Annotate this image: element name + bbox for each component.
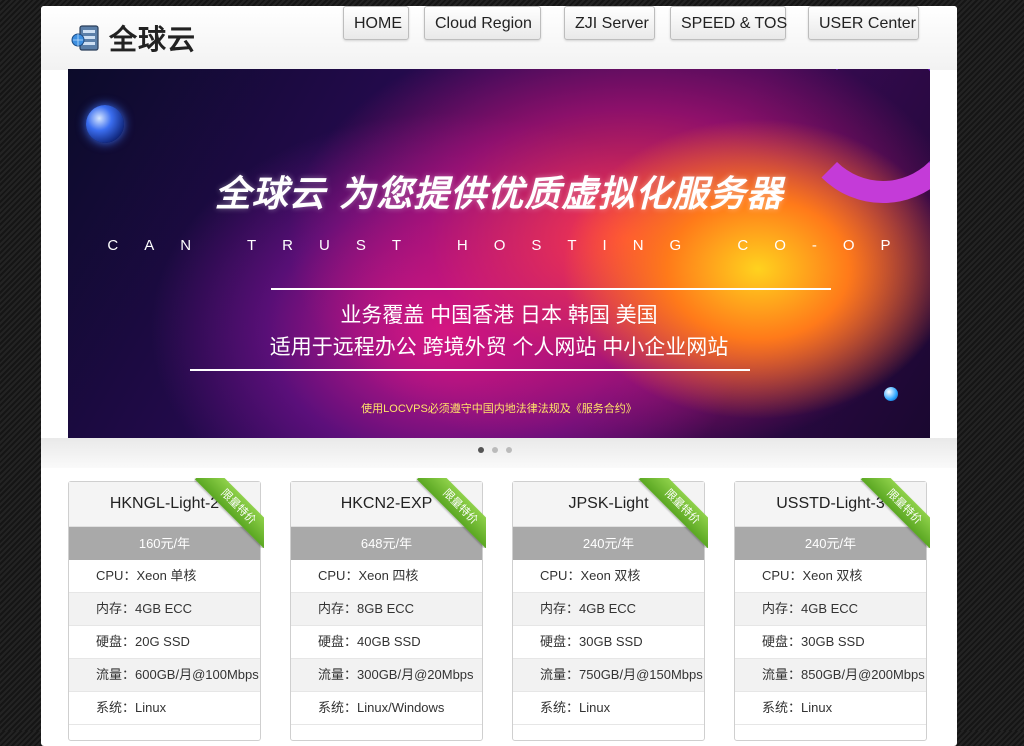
spec-cpu: CPU：Xeon 双核 [735, 560, 926, 593]
spec-disk: 硬盘：30GB SSD [513, 626, 704, 659]
spec-ram: 内存：4GB ECC [513, 593, 704, 626]
spec-os: 系统：Linux/Windows [291, 692, 482, 725]
carousel-dots [478, 447, 512, 453]
spec-cpu: CPU：Xeon 双核 [513, 560, 704, 593]
nav-zji-server[interactable]: ZJI Server [564, 6, 655, 40]
plan-card-usstd[interactable]: 限量特价 USSTD-Light-3 240元/年 CPU：Xeon 双核 内存… [734, 478, 930, 741]
banner-divider-bottom [190, 369, 750, 371]
plan-card-hkcn2[interactable]: 限量特价 HKCN2-EXP 648元/年 CPU：Xeon 四核 内存：8GB… [290, 478, 486, 741]
promo-ribbon: 限量特价 [416, 478, 486, 548]
carousel-dot-2[interactable] [492, 447, 498, 453]
banner-title: 全球云 为您提供优质虚拟化服务器 [214, 174, 784, 215]
server-icon [71, 23, 103, 53]
banner-use-cases: 适用于远程办公 跨境外贸 个人网站 中小企业网站 [269, 336, 729, 359]
page-container: 全球云 HOME Cloud Region ZJI Server SPEED &… [41, 6, 957, 746]
spec-ram: 内存：4GB ECC [69, 593, 260, 626]
spec-ram: 内存：4GB ECC [735, 593, 926, 626]
banner-notice[interactable]: 使用LOCVPS必须遵守中国内地法律法规及《服务合约》 [68, 400, 930, 416]
promo-ribbon: 限量特价 [194, 478, 264, 548]
nav-user-center[interactable]: USER Center [808, 6, 919, 40]
banner-regions: 业务覆盖 中国香港 日本 韩国 美国 [340, 304, 658, 327]
carousel-dot-3[interactable] [506, 447, 512, 453]
spec-traffic: 流量：850GB/月@200Mbps [735, 659, 926, 692]
header-bar: 全球云 HOME Cloud Region ZJI Server SPEED &… [41, 6, 957, 70]
nav-cloud-region[interactable]: Cloud Region [424, 6, 541, 40]
spec-ram: 内存：8GB ECC [291, 593, 482, 626]
promo-ribbon: 限量特价 [860, 478, 930, 548]
carousel-dot-1[interactable] [478, 447, 484, 453]
plan-card-hkngl[interactable]: 限量特价 HKNGL-Light-2 160元/年 CPU：Xeon 单核 内存… [68, 478, 264, 741]
nav-home[interactable]: HOME [343, 6, 409, 40]
nav-speed-tos[interactable]: SPEED & TOS [670, 6, 787, 40]
planet-icon [86, 105, 124, 143]
carousel-strip [41, 438, 957, 468]
spec-traffic: 流量：600GB/月@100Mbps [69, 659, 260, 692]
spec-disk: 硬盘：20G SSD [69, 626, 260, 659]
plan-card-jpsk[interactable]: 限量特价 JPSK-Light 240元/年 CPU：Xeon 双核 内存：4G… [512, 478, 708, 741]
banner-divider-top [271, 288, 831, 290]
site-logo[interactable]: 全球云 [71, 20, 196, 56]
spec-traffic: 流量：750GB/月@150Mbps [513, 659, 704, 692]
spec-disk: 硬盘：40GB SSD [291, 626, 482, 659]
spec-disk: 硬盘：30GB SSD [735, 626, 926, 659]
spec-traffic: 流量：300GB/月@20Mbps [291, 659, 482, 692]
small-planet-icon [884, 387, 898, 401]
spec-cpu: CPU：Xeon 四核 [291, 560, 482, 593]
promo-ribbon: 限量特价 [638, 478, 708, 548]
spec-os: 系统：Linux [735, 692, 926, 725]
spec-cpu: CPU：Xeon 单核 [69, 560, 260, 593]
hero-banner[interactable]: 全球云 为您提供优质虚拟化服务器 CAN TRUST HOSTING CO-OP… [68, 69, 930, 438]
spec-os: 系统：Linux [69, 692, 260, 725]
logo-text: 全球云 [109, 23, 197, 56]
spec-os: 系统：Linux [513, 692, 704, 725]
banner-subtitle: CAN TRUST HOSTING CO-OP [107, 237, 917, 254]
